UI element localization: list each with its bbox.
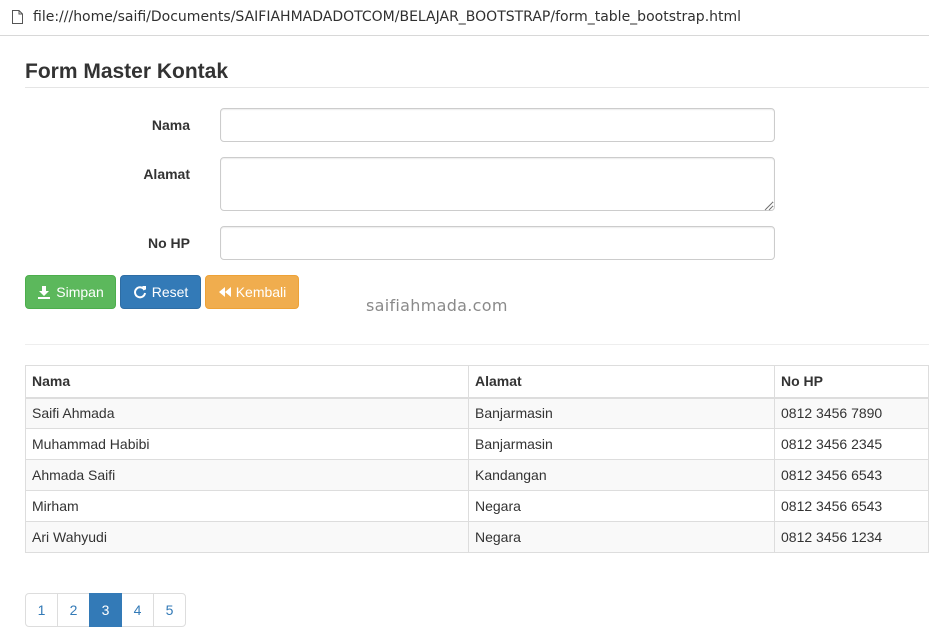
cell-alamat: Negara <box>468 490 775 522</box>
url-bar[interactable]: file:///home/saifi/Documents/SAIFIAHMADA… <box>0 0 929 36</box>
table-row: Ari Wahyudi Negara 0812 3456 1234 <box>25 521 929 553</box>
table-header-row: Nama Alamat No HP <box>25 365 929 399</box>
contacts-table: Nama Alamat No HP Saifi Ahmada Banjarmas… <box>25 365 929 553</box>
cell-nama: Mirham <box>25 490 469 522</box>
cell-nohp: 0812 3456 6543 <box>774 459 929 491</box>
cell-nama: Ari Wahyudi <box>25 521 469 553</box>
page-title: Form Master Kontak <box>25 60 229 83</box>
back-button-label: Kembali <box>235 284 287 300</box>
cell-alamat: Kandangan <box>468 459 775 491</box>
table-row: Mirham Negara 0812 3456 6543 <box>25 490 929 522</box>
alamat-label: Alamat <box>143 166 190 182</box>
header-alamat: Alamat <box>468 365 775 399</box>
cell-nohp: 0812 3456 1234 <box>774 521 929 553</box>
nama-input[interactable] <box>220 108 775 142</box>
cell-nama: Muhammad Habibi <box>25 428 469 460</box>
page-link-2[interactable]: 2 <box>57 593 90 627</box>
cell-nohp: 0812 3456 6543 <box>774 490 929 522</box>
table-row: Muhammad Habibi Banjarmasin 0812 3456 23… <box>25 428 929 460</box>
title-divider <box>25 87 929 88</box>
url-text[interactable]: file:///home/saifi/Documents/SAIFIAHMADA… <box>33 9 741 25</box>
cell-alamat: Negara <box>468 521 775 553</box>
save-button-label: Simpan <box>56 284 104 300</box>
download-icon <box>37 285 51 299</box>
nohp-label: No HP <box>148 235 190 251</box>
nama-label: Nama <box>151 117 190 133</box>
page-link-5[interactable]: 5 <box>153 593 186 627</box>
cell-nama: Saifi Ahmada <box>25 397 469 429</box>
back-button[interactable]: Kembali <box>205 275 299 309</box>
pagination: 1 2 3 4 5 <box>25 593 186 627</box>
table-row: Saifi Ahmada Banjarmasin 0812 3456 7890 <box>25 397 929 429</box>
table-row: Ahmada Saifi Kandangan 0812 3456 6543 <box>25 459 929 491</box>
page-link-3[interactable]: 3 <box>89 593 122 627</box>
reset-button-label: Reset <box>151 284 189 300</box>
cell-nama: Ahmada Saifi <box>25 459 469 491</box>
cell-nohp: 0812 3456 7890 <box>774 397 929 429</box>
watermark: saifiahmada.com <box>366 296 508 315</box>
header-nama: Nama <box>25 365 469 399</box>
page-link-1[interactable]: 1 <box>25 593 58 627</box>
refresh-icon <box>133 285 147 299</box>
backward-icon <box>218 286 231 298</box>
cell-alamat: Banjarmasin <box>468 428 775 460</box>
cell-nohp: 0812 3456 2345 <box>774 428 929 460</box>
document-icon <box>12 10 23 24</box>
cell-alamat: Banjarmasin <box>468 397 775 429</box>
save-button[interactable]: Simpan <box>25 275 116 309</box>
alamat-textarea[interactable] <box>220 157 775 211</box>
nohp-input[interactable] <box>220 226 775 260</box>
section-divider <box>25 344 929 345</box>
page-link-4[interactable]: 4 <box>121 593 154 627</box>
header-nohp: No HP <box>774 365 929 399</box>
reset-button[interactable]: Reset <box>120 275 201 309</box>
